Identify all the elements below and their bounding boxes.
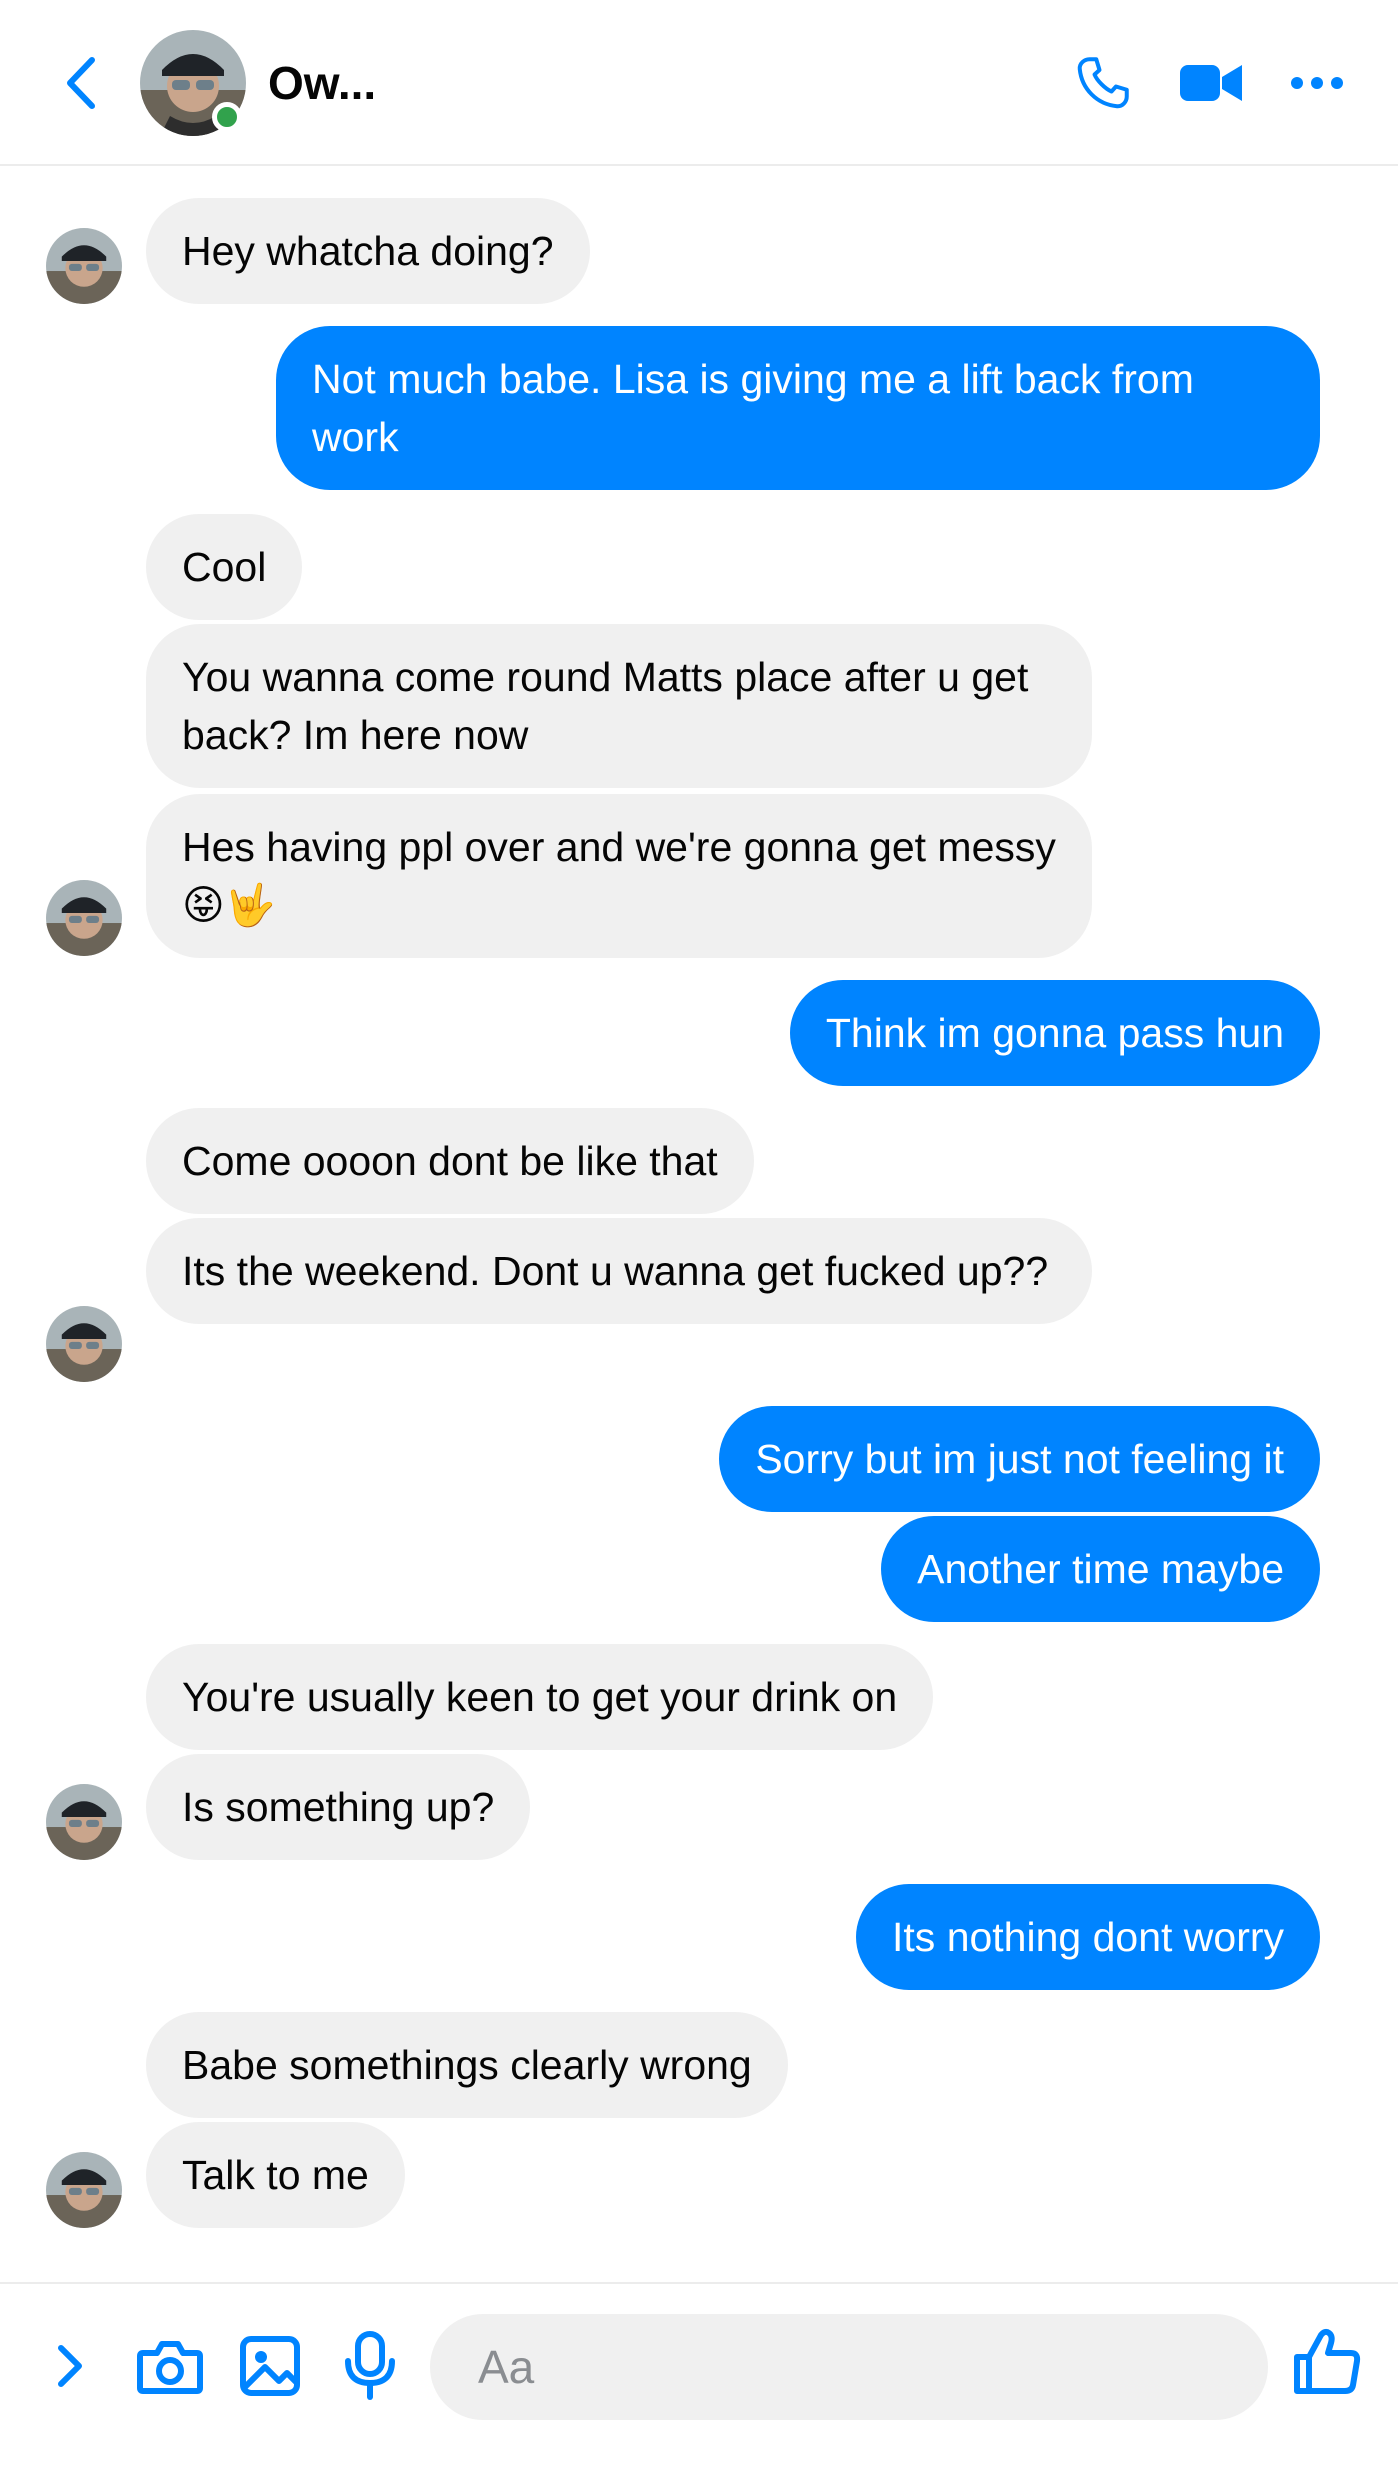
- message-bubble-incoming[interactable]: Its the weekend. Dont u wanna get fucked…: [146, 1218, 1092, 1324]
- more-dots-icon: [1291, 77, 1343, 89]
- video-call-button[interactable]: [1176, 48, 1246, 118]
- expand-actions-button[interactable]: [32, 2328, 108, 2404]
- sender-avatar: [46, 880, 122, 956]
- expand-chevron-icon: [58, 2345, 82, 2387]
- message-bubble-incoming[interactable]: Is something up?: [146, 1754, 531, 1860]
- voice-call-button[interactable]: [1068, 48, 1138, 118]
- back-button[interactable]: [56, 52, 106, 114]
- message-input[interactable]: [430, 2314, 1268, 2420]
- video-camera-icon: [1180, 65, 1242, 101]
- camera-button[interactable]: [132, 2328, 208, 2404]
- message-bubble-incoming[interactable]: Come oooon dont be like that: [146, 1108, 754, 1214]
- camera-icon: [137, 2341, 203, 2394]
- message-composer: [0, 2282, 1398, 2486]
- sender-avatar: [46, 228, 122, 304]
- sender-avatar: [46, 2152, 122, 2228]
- message-bubble-incoming[interactable]: You're usually keen to get your drink on: [146, 1644, 934, 1750]
- message-thread[interactable]: Hey whatcha doing? Not much babe. Lisa i…: [0, 168, 1398, 2278]
- more-options-button[interactable]: [1282, 48, 1352, 118]
- message-bubble-incoming[interactable]: Hes having ppl over and we're gonna get …: [146, 794, 1092, 958]
- back-chevron-icon: [67, 57, 95, 109]
- message-bubble-outgoing[interactable]: Its nothing dont worry: [856, 1884, 1320, 1990]
- image-icon: [240, 2336, 300, 2396]
- message-bubble-incoming[interactable]: You wanna come round Matts place after u…: [146, 624, 1092, 788]
- online-status-dot: [212, 102, 242, 132]
- chat-header: Ow...: [0, 0, 1398, 166]
- message-bubble-incoming[interactable]: Talk to me: [146, 2122, 405, 2228]
- contact-name[interactable]: Ow...: [268, 50, 376, 116]
- sender-avatar: [46, 1784, 122, 1860]
- gallery-button[interactable]: [232, 2328, 308, 2404]
- microphone-icon: [345, 2331, 395, 2400]
- message-bubble-outgoing[interactable]: Not much babe. Lisa is giving me a lift …: [276, 326, 1320, 490]
- message-bubble-outgoing[interactable]: Another time maybe: [881, 1516, 1320, 1622]
- message-bubble-incoming[interactable]: Babe somethings clearly wrong: [146, 2012, 788, 2118]
- like-button[interactable]: [1290, 2324, 1366, 2400]
- voice-message-button[interactable]: [332, 2328, 408, 2404]
- sender-avatar: [46, 1306, 122, 1382]
- message-bubble-outgoing[interactable]: Sorry but im just not feeling it: [719, 1406, 1320, 1512]
- message-bubble-outgoing[interactable]: Think im gonna pass hun: [789, 980, 1320, 1086]
- message-bubble-incoming[interactable]: Cool: [146, 514, 303, 620]
- message-bubble-incoming[interactable]: Hey whatcha doing?: [146, 198, 590, 304]
- phone-icon: [1077, 57, 1129, 109]
- thumbs-up-icon: [1294, 2328, 1361, 2394]
